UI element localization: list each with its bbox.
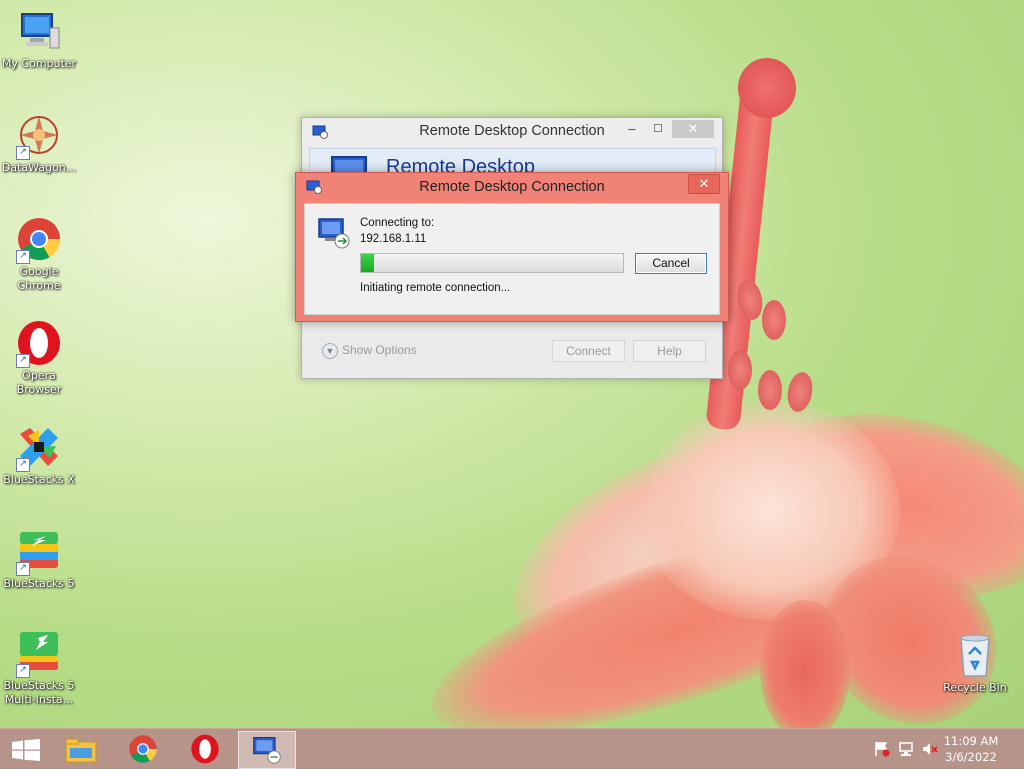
- shortcut-arrow-icon: ↗: [16, 664, 30, 678]
- desktop-icon-datawagon[interactable]: ↗ DataWagon...: [0, 112, 78, 175]
- help-button[interactable]: Help: [633, 340, 706, 362]
- start-button[interactable]: [0, 731, 56, 767]
- desktop-icon-label: BlueStacks 5: [3, 577, 75, 590]
- chrome-icon: ↗: [16, 216, 62, 264]
- recycle-bin-icon: [952, 632, 998, 678]
- desktop-icon-google-chrome[interactable]: ↗ Google Chrome: [0, 216, 78, 293]
- wallpaper-stamen: [758, 370, 782, 410]
- clock-time: 11:09 AM: [943, 734, 999, 748]
- minimize-button[interactable]: –: [622, 120, 642, 138]
- connection-status: Initiating remote connection...: [360, 282, 511, 294]
- computer-icon: [16, 8, 62, 54]
- file-explorer-icon: [65, 738, 97, 763]
- wallpaper-stamen: [762, 300, 786, 340]
- connection-progress-bar: [360, 253, 624, 273]
- chrome-icon: [129, 735, 157, 763]
- shortcut-arrow-icon: ↗: [16, 562, 30, 576]
- connect-button[interactable]: Connect: [552, 340, 625, 362]
- bluestacks-5-icon: ↗: [16, 528, 62, 576]
- cancel-button[interactable]: Cancel: [635, 253, 707, 274]
- taskbar-file-explorer[interactable]: [54, 731, 110, 767]
- taskbar-opera[interactable]: [178, 731, 234, 767]
- bluestacks-x-icon: ↗: [16, 424, 62, 472]
- show-options-label: Show Options: [342, 343, 417, 358]
- dialog-close-button[interactable]: ✕: [688, 174, 720, 194]
- action-center-flag-icon[interactable]: [874, 741, 890, 757]
- close-button[interactable]: ✕: [672, 120, 714, 138]
- title-bar[interactable]: Remote Desktop Connection – ☐ ✕: [302, 118, 722, 146]
- desktop-icon-recycle-bin[interactable]: Recycle Bin: [936, 632, 1014, 695]
- opera-icon: [191, 734, 219, 764]
- clock[interactable]: 11:09 AM 3/6/2022: [936, 733, 1006, 765]
- taskbar-chrome[interactable]: [116, 731, 172, 767]
- connecting-to-label: Connecting to:: [360, 217, 435, 229]
- desktop-icon-label: BlueStacks X: [3, 473, 75, 486]
- connection-address: 192.168.1.11: [360, 233, 427, 245]
- desktop-icon-label: BlueStacks 5 Multi-Insta...: [3, 679, 75, 706]
- wallpaper-bud: [738, 58, 796, 118]
- show-options-toggle[interactable]: ▼ Show Options: [322, 343, 417, 359]
- shortcut-arrow-icon: ↗: [16, 354, 30, 368]
- desktop-icon-opera-browser[interactable]: ↗ Opera Browser: [0, 320, 78, 397]
- desktop: My Computer ↗ DataWagon... ↗ Google Chro…: [0, 0, 1024, 728]
- dialog-body: Connecting to: 192.168.1.11 Cancel Initi…: [304, 203, 720, 315]
- dialog-title-bar[interactable]: Remote Desktop Connection ✕: [296, 173, 728, 201]
- opera-icon: ↗: [16, 320, 62, 368]
- shortcut-arrow-icon: ↗: [16, 458, 30, 472]
- wallpaper-petal: [760, 600, 850, 728]
- desktop-icon-bluestacks-x[interactable]: ↗ BlueStacks X: [0, 424, 78, 487]
- start-icon: [12, 739, 40, 761]
- desktop-icon-label: Recycle Bin: [943, 681, 1007, 694]
- shortcut-arrow-icon: ↗: [16, 146, 30, 160]
- taskbar-remote-desktop[interactable]: [238, 731, 296, 769]
- desktop-icon-label: My Computer: [1, 57, 77, 70]
- desktop-icon-label: DataWagon...: [1, 161, 77, 174]
- network-icon[interactable]: [898, 741, 914, 757]
- shortcut-arrow-icon: ↗: [16, 250, 30, 264]
- desktop-icon-label: Google Chrome: [17, 265, 61, 292]
- desktop-icon-label: Opera Browser: [16, 369, 62, 396]
- taskbar: 11:09 AM 3/6/2022: [0, 728, 1024, 769]
- datawagon-icon: ↗: [16, 112, 62, 160]
- maximize-button[interactable]: ☐: [648, 120, 668, 138]
- remote-connection-icon: [318, 218, 350, 249]
- desktop-icon-bluestacks-multi-instance[interactable]: ↗ BlueStacks 5 Multi-Insta...: [0, 630, 78, 707]
- progress-fill: [361, 254, 375, 272]
- remote-desktop-icon: [253, 736, 281, 764]
- chevron-down-icon: ▼: [322, 343, 338, 359]
- rdc-connecting-dialog[interactable]: Remote Desktop Connection ✕ Connecting t…: [295, 172, 729, 322]
- desktop-icon-bluestacks-5[interactable]: ↗ BlueStacks 5: [0, 528, 78, 591]
- bluestacks-multi-icon: ↗: [16, 630, 62, 678]
- dialog-title: Remote Desktop Connection: [419, 179, 605, 195]
- wallpaper-stamen: [728, 350, 752, 390]
- desktop-icon-my-computer[interactable]: My Computer: [0, 8, 78, 71]
- clock-date: 3/6/2022: [945, 750, 997, 764]
